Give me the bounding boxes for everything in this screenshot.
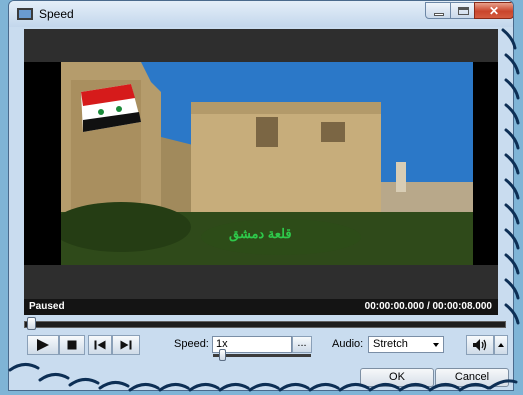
minimize-icon bbox=[426, 3, 450, 18]
volume-icon bbox=[473, 339, 487, 351]
previous-icon bbox=[94, 340, 106, 350]
playback-status: Paused bbox=[29, 301, 65, 312]
video-caption: قلعة دمشق bbox=[229, 226, 292, 241]
speed-slider-thumb[interactable] bbox=[219, 349, 226, 361]
cancel-button[interactable]: Cancel bbox=[435, 368, 509, 387]
maximize-icon bbox=[451, 3, 474, 18]
stop-icon bbox=[67, 340, 77, 350]
audio-label: Audio: bbox=[332, 338, 364, 350]
speed-label: Speed: bbox=[174, 338, 209, 350]
close-icon: ✕ bbox=[488, 4, 500, 18]
audio-mode-select[interactable]: Stretch bbox=[368, 336, 444, 353]
video-status-bar: Paused 00:00:00.000 / 00:00:08.000 bbox=[24, 299, 498, 315]
play-button[interactable] bbox=[27, 335, 59, 355]
speed-dialog-window: Speed ✕ قلعة دمشق Paused 00:00:00.000 / … bbox=[8, 0, 514, 391]
window-title: Speed bbox=[39, 7, 74, 21]
next-frame-button[interactable] bbox=[112, 335, 140, 355]
seek-bar[interactable] bbox=[24, 321, 506, 328]
video-preview: قلعة دمشق Paused 00:00:00.000 / 00:00:08… bbox=[24, 29, 498, 315]
next-icon bbox=[120, 340, 132, 350]
maximize-button[interactable] bbox=[450, 2, 475, 19]
minimize-button[interactable] bbox=[425, 2, 451, 19]
volume-menu-button[interactable] bbox=[494, 335, 508, 355]
volume-button[interactable] bbox=[466, 335, 494, 355]
chevron-down-icon bbox=[433, 343, 439, 347]
stop-button[interactable] bbox=[59, 335, 85, 355]
audio-mode-value: Stretch bbox=[373, 338, 408, 350]
speed-options-button[interactable]: ... bbox=[292, 336, 312, 353]
previous-frame-button[interactable] bbox=[88, 335, 112, 355]
play-icon bbox=[37, 339, 49, 351]
time-readout: 00:00:00.000 / 00:00:08.000 bbox=[364, 301, 492, 312]
title-bar: Speed ✕ bbox=[9, 1, 513, 27]
speed-slider[interactable] bbox=[213, 354, 311, 357]
app-icon bbox=[17, 8, 33, 20]
seek-thumb[interactable] bbox=[27, 317, 36, 330]
video-frame: قلعة دمشق bbox=[61, 62, 473, 265]
ok-button[interactable]: OK bbox=[360, 368, 434, 387]
close-button[interactable]: ✕ bbox=[474, 2, 513, 19]
